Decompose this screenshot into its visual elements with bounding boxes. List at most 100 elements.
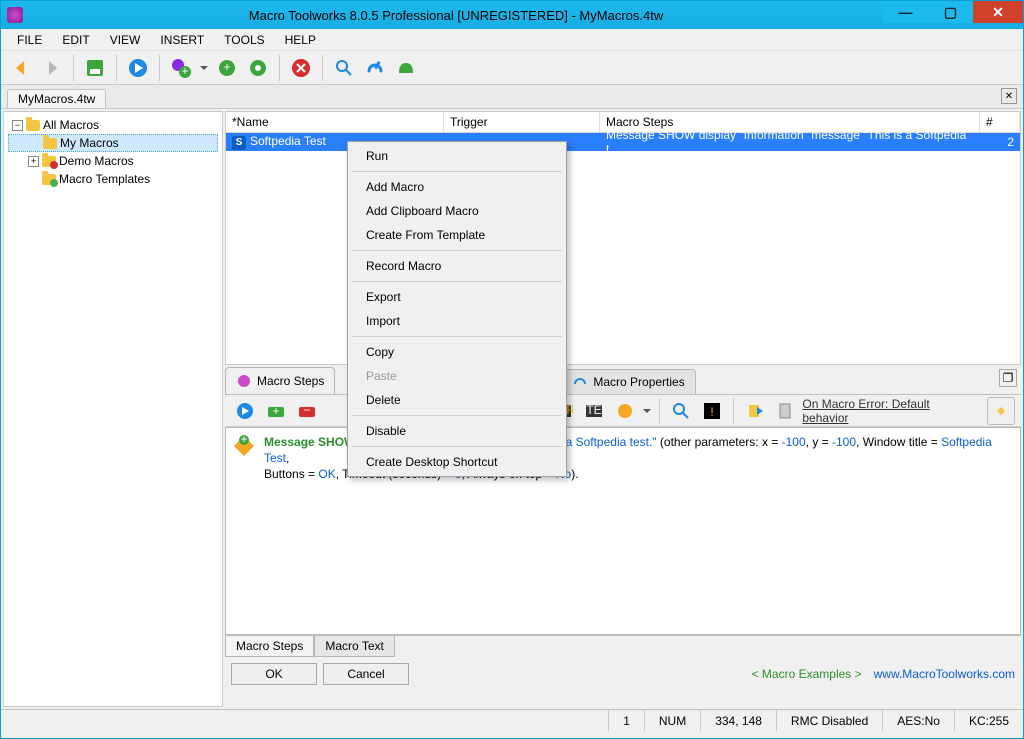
titlebar: Macro Toolworks 8.0.5 Professional [UNRE… <box>1 1 1023 29</box>
website-link[interactable]: www.MacroToolworks.com <box>874 667 1015 681</box>
menu-delete[interactable]: Delete <box>350 388 564 412</box>
menu-run[interactable]: Run <box>350 144 564 168</box>
editor-tabs: Macro Steps Macro Text <box>225 635 1021 657</box>
add-macro-dropdown[interactable] <box>198 54 210 82</box>
play-step-button[interactable] <box>231 397 259 425</box>
tree-root-label: All Macros <box>43 118 99 132</box>
document-button[interactable] <box>772 397 800 425</box>
file-tab[interactable]: MyMacros.4tw <box>7 89 106 108</box>
menu-edit[interactable]: EDIT <box>52 31 99 49</box>
status-rmc: RMC Disabled <box>776 710 882 731</box>
menu-add-macro[interactable]: Add Macro <box>350 175 564 199</box>
window-buttons: — ▢ ✕ <box>883 1 1023 23</box>
macro-list[interactable]: SSoftpedia Test Message SHOW display "In… <box>225 133 1021 365</box>
add-group-button[interactable] <box>244 54 272 82</box>
menu-view[interactable]: VIEW <box>100 31 151 49</box>
step-settings-dropdown[interactable] <box>642 397 652 425</box>
minimize-button[interactable]: — <box>883 1 928 23</box>
svg-text:!: ! <box>710 405 713 419</box>
svg-text:+: + <box>181 64 188 78</box>
save-button[interactable] <box>81 54 109 82</box>
menu-export[interactable]: Export <box>350 285 564 309</box>
folder-icon <box>43 138 57 149</box>
add-folder-button[interactable]: + <box>213 54 241 82</box>
status-kc: KC:255 <box>954 710 1023 731</box>
tree-item-demo-macros[interactable]: + Demo Macros <box>8 152 218 170</box>
tree-item-my-macros[interactable]: My Macros <box>8 134 218 152</box>
status-numlock: NUM <box>644 710 700 731</box>
help-button[interactable] <box>392 54 420 82</box>
col-trigger[interactable]: Trigger <box>444 112 600 132</box>
status-aes: AES:No <box>882 710 954 731</box>
menu-import[interactable]: Import <box>350 309 564 333</box>
file-tabbar: MyMacros.4tw ✕ <box>1 85 1023 109</box>
row-name: Softpedia Test <box>250 134 326 148</box>
tab-macro-steps[interactable]: Macro Steps <box>225 367 335 394</box>
menu-add-clipboard[interactable]: Add Clipboard Macro <box>350 199 564 223</box>
gear-icon <box>236 373 252 389</box>
expand-icon[interactable]: + <box>28 156 39 167</box>
col-name[interactable]: *Name <box>226 112 444 132</box>
folder-icon <box>42 174 56 185</box>
status-coords: 334, 148 <box>700 710 776 731</box>
export-button[interactable] <box>741 397 769 425</box>
menu-create-template[interactable]: Create From Template <box>350 223 564 247</box>
add-macro-button[interactable]: + <box>167 54 195 82</box>
folder-icon <box>42 156 56 167</box>
maximize-button[interactable]: ▢ <box>928 1 973 23</box>
window-title: Macro Toolworks 8.0.5 Professional [UNRE… <box>29 8 883 23</box>
maximize-panel-icon[interactable]: ❐ <box>999 369 1017 387</box>
folder-icon <box>26 120 40 131</box>
svg-text:+: + <box>272 404 279 418</box>
find-step-button[interactable] <box>667 397 695 425</box>
step-button[interactable]: STEP <box>580 397 608 425</box>
row-steps: Message SHOW display "Information" messa… <box>600 128 980 156</box>
tab-close-icon[interactable]: ✕ <box>1001 88 1017 104</box>
detail-tabs: Macro Steps Macro Properties ❐ <box>225 367 1021 395</box>
toolbar: + + <box>1 51 1023 85</box>
menu-copy[interactable]: Copy <box>350 340 564 364</box>
step-editor[interactable]: + Message SHOW display "Information" mes… <box>225 427 1021 635</box>
menu-tools[interactable]: TOOLS <box>214 31 274 49</box>
menu-shortcut[interactable]: Create Desktop Shortcut <box>350 450 564 474</box>
menu-file[interactable]: FILE <box>7 31 52 49</box>
tab-text[interactable]: Macro Text <box>314 636 394 657</box>
tab-macro-properties[interactable]: Macro Properties <box>561 369 695 394</box>
menubar: FILE EDIT VIEW INSERT TOOLS HELP <box>1 29 1023 51</box>
collapse-icon[interactable]: − <box>12 120 23 131</box>
error-options-button[interactable] <box>987 397 1015 425</box>
settings-button[interactable] <box>361 54 389 82</box>
menu-insert[interactable]: INSERT <box>150 31 214 49</box>
run-button[interactable] <box>124 54 152 82</box>
list-row[interactable]: SSoftpedia Test Message SHOW display "In… <box>226 133 1020 151</box>
tab-steps[interactable]: Macro Steps <box>225 636 314 657</box>
tree-item-templates[interactable]: Macro Templates <box>8 170 218 188</box>
row-num: 2 <box>980 135 1020 149</box>
ok-button[interactable]: OK <box>231 663 317 685</box>
remove-step-button[interactable]: − <box>293 397 321 425</box>
add-step-button[interactable]: + <box>262 397 290 425</box>
app-icon <box>7 7 23 23</box>
tree-root[interactable]: − All Macros <box>8 116 218 134</box>
macro-type-icon: S <box>232 136 246 150</box>
col-num[interactable]: # <box>980 112 1020 132</box>
tree-item-label: My Macros <box>60 136 119 150</box>
close-button[interactable]: ✕ <box>973 1 1023 23</box>
back-button[interactable] <box>7 54 35 82</box>
menu-record[interactable]: Record Macro <box>350 254 564 278</box>
step-icon: + <box>232 434 256 458</box>
menu-help[interactable]: HELP <box>275 31 326 49</box>
examples-link[interactable]: < Macro Examples > <box>752 667 862 681</box>
macro-tree[interactable]: − All Macros My Macros + Demo Macros Mac… <box>3 111 223 707</box>
menu-paste: Paste <box>350 364 564 388</box>
svg-text:STEP: STEP <box>584 403 604 417</box>
delete-button[interactable] <box>287 54 315 82</box>
warning-button[interactable]: ! <box>698 397 726 425</box>
find-button[interactable] <box>330 54 358 82</box>
cancel-button[interactable]: Cancel <box>323 663 409 685</box>
wrench-icon <box>572 374 588 390</box>
menu-disable[interactable]: Disable <box>350 419 564 443</box>
forward-button[interactable] <box>38 54 66 82</box>
step-settings-button[interactable] <box>611 397 639 425</box>
on-error-link[interactable]: On Macro Error: Default behavior <box>802 397 984 425</box>
